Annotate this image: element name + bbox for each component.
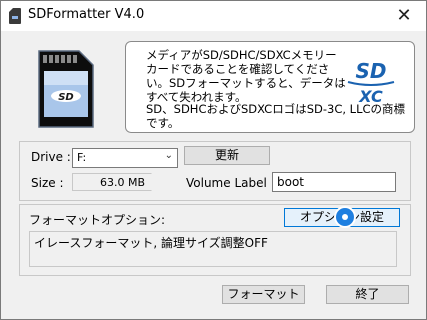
- drive-select[interactable]: F: ⌄: [72, 148, 178, 168]
- sdformatter-window: SDFormatter V4.0 ✕ SD メディアがSD/SDHC/SDXCメ…: [0, 0, 427, 320]
- sdxc-logo-bottom: XC: [358, 87, 383, 104]
- volume-label-label: Volume Label :: [186, 176, 275, 190]
- format-options-display: イレースフォーマット, 論理サイズ調整OFF: [29, 231, 397, 267]
- sdxc-logo: SD XC: [347, 59, 395, 104]
- refresh-button[interactable]: 更新: [184, 146, 270, 165]
- chevron-down-icon: ⌄: [164, 150, 173, 161]
- info-panel: メディアがSD/SDHC/SDXCメモリーカードであることを確認してください。S…: [125, 41, 415, 133]
- trademark-text: SD、SDHCおよびSDXCロゴはSD-3C, LLCの商標です。: [146, 102, 406, 130]
- volume-label-input[interactable]: boot: [272, 172, 396, 192]
- size-value: 63.0 MB: [72, 173, 152, 191]
- format-options-label: フォーマットオプション:: [29, 213, 166, 227]
- sdxc-logo-top: SD: [355, 59, 386, 83]
- sd-app-icon: [9, 8, 21, 24]
- window-title: SDFormatter V4.0: [28, 7, 145, 22]
- size-label: Size :: [31, 176, 64, 190]
- cursor-indicator: [334, 206, 356, 228]
- close-button[interactable]: ✕: [382, 1, 426, 31]
- exit-button[interactable]: 終了: [326, 285, 409, 304]
- info-message: メディアがSD/SDHC/SDXCメモリーカードであることを確認してください。S…: [146, 48, 346, 104]
- drive-value: F:: [77, 151, 87, 164]
- sd-card-icon: SD: [38, 50, 94, 128]
- sd-card-label: SD: [58, 92, 74, 103]
- drive-label: Drive :: [31, 150, 71, 164]
- format-button[interactable]: フォーマット: [222, 285, 305, 304]
- title-bar[interactable]: SDFormatter V4.0 ✕: [1, 1, 426, 31]
